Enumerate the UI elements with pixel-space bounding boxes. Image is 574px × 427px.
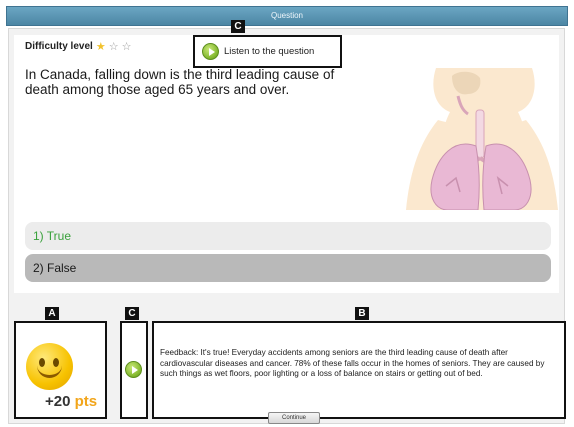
marker-b: B — [355, 307, 369, 320]
smiley-icon — [26, 343, 73, 390]
star-filled-icon: ★ — [95, 40, 106, 53]
answer-option-1[interactable]: 1) True — [25, 222, 551, 250]
score-box: +20 pts — [14, 321, 107, 419]
points-number: +20 — [45, 393, 71, 410]
respiratory-system-illustration — [406, 68, 558, 210]
question-text: In Canada, falling down is the third lea… — [25, 67, 335, 97]
marker-a: A — [45, 307, 59, 320]
listen-question-button[interactable]: Listen to the question — [193, 35, 342, 68]
feedback-box: Feedback: It's true! Everyday accidents … — [152, 321, 566, 419]
points-unit: pts — [74, 393, 98, 410]
marker-c-top: C — [231, 20, 245, 33]
feedback-text: Feedback: It's true! Everyday accidents … — [160, 348, 545, 378]
play-feedback-icon[interactable] — [125, 361, 142, 378]
points-awarded: +20 pts — [45, 393, 97, 410]
play-icon[interactable] — [202, 43, 219, 60]
window-title-bar: Question — [6, 6, 568, 26]
marker-c-bottom: C — [125, 307, 139, 320]
star-empty-icon: ☆ — [121, 40, 132, 53]
continue-button[interactable]: Continue — [268, 412, 320, 424]
difficulty-level: Difficulty level ★ ☆ ☆ — [25, 41, 131, 52]
listen-label: Listen to the question — [224, 46, 315, 57]
window-title: Question — [270, 11, 304, 20]
feedback-audio-box — [120, 321, 148, 419]
answer-option-2[interactable]: 2) False — [25, 254, 551, 282]
star-empty-icon: ☆ — [108, 40, 119, 53]
difficulty-label: Difficulty level — [25, 41, 93, 52]
